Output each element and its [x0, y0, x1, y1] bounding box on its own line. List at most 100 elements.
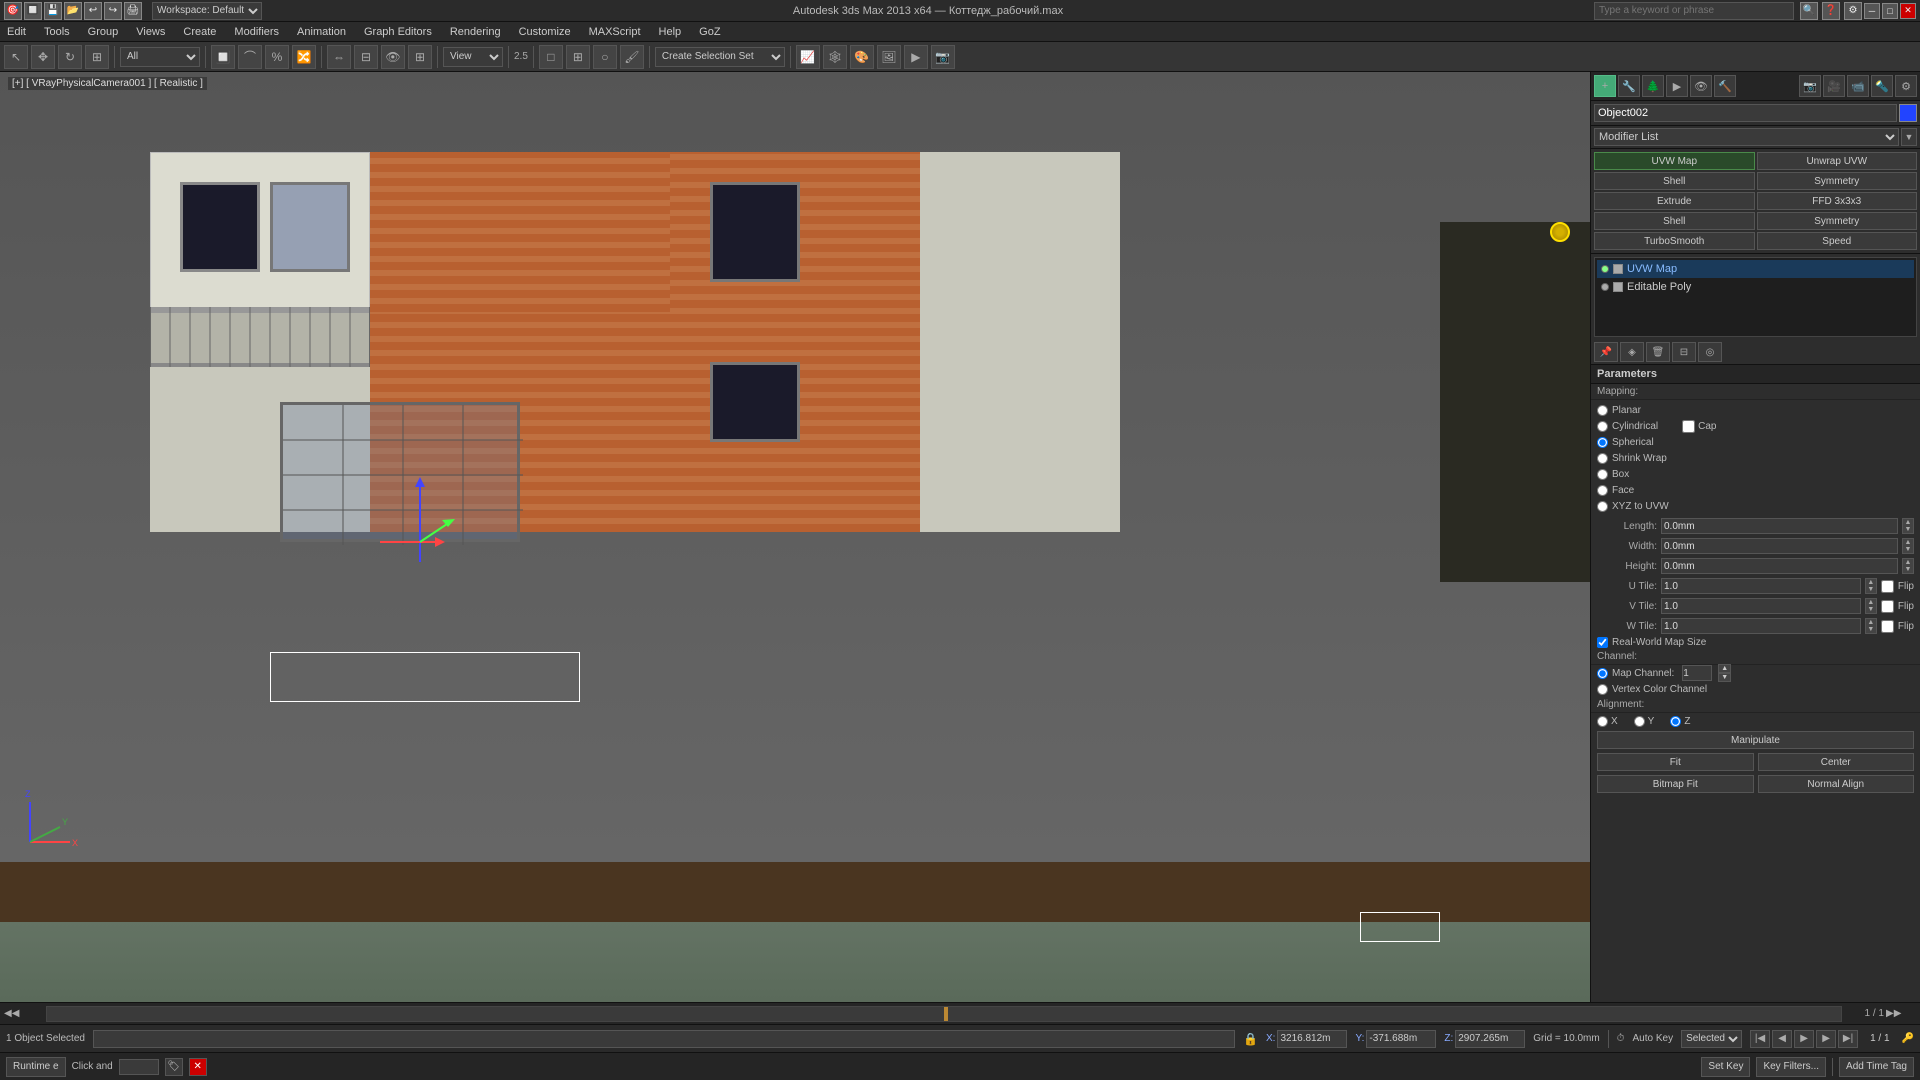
schematic[interactable]: 🕸	[823, 45, 847, 69]
menu-animation[interactable]: Animation	[294, 26, 349, 38]
close-mini-button[interactable]: ✕	[189, 1058, 207, 1076]
window-crossing[interactable]: ⊞	[566, 45, 590, 69]
modifier-list-arrow[interactable]: ▼	[1901, 128, 1917, 146]
y-value[interactable]	[1366, 1030, 1436, 1048]
key-mode-icon[interactable]: 🔑	[1902, 1033, 1914, 1044]
stack-make-unique[interactable]: ◈	[1620, 342, 1644, 362]
w-flip-checkbox[interactable]	[1881, 620, 1894, 633]
menu-views[interactable]: Views	[133, 26, 168, 38]
manipulate-button[interactable]: Manipulate	[1597, 731, 1914, 749]
modifier-list-select[interactable]: Modifier List	[1594, 128, 1899, 146]
create-tab[interactable]: +	[1594, 75, 1616, 97]
redo-icon[interactable]: ↪	[104, 2, 122, 20]
menu-tools[interactable]: Tools	[41, 26, 73, 38]
menu-edit[interactable]: Edit	[4, 26, 29, 38]
normal-align-button[interactable]: Normal Align	[1758, 775, 1915, 793]
radio-xyz[interactable]	[1597, 501, 1608, 512]
go-start-button[interactable]: |◀	[1750, 1030, 1770, 1048]
object-name-input[interactable]	[1594, 104, 1897, 122]
length-input[interactable]	[1661, 518, 1898, 534]
length-spinner[interactable]: ▲▼	[1902, 518, 1914, 534]
runtime-button[interactable]: Runtime e	[6, 1057, 66, 1077]
tag-icon[interactable]: 🏷	[165, 1058, 183, 1076]
lock-icon[interactable]: 🔒	[1243, 1032, 1258, 1046]
rotate-tool[interactable]: ↻	[58, 45, 82, 69]
stack-pin[interactable]: 📌	[1594, 342, 1618, 362]
v-tile-input[interactable]	[1661, 598, 1861, 614]
help-icon[interactable]: ❓	[1822, 2, 1840, 20]
maximize-button[interactable]: □	[1882, 3, 1898, 19]
soft-selection[interactable]: ○	[593, 45, 617, 69]
radio-map-channel[interactable]	[1597, 668, 1608, 679]
material-editor[interactable]: 🎨	[850, 45, 874, 69]
angle-snap[interactable]: ⌒	[238, 45, 262, 69]
settings-icon[interactable]: ⚙	[1844, 2, 1862, 20]
radio-planar[interactable]	[1597, 405, 1608, 416]
u-tile-spinner[interactable]: ▲▼	[1865, 578, 1877, 594]
align-tool[interactable]: ⊟	[354, 45, 378, 69]
camera-icon-1[interactable]: 📷	[1799, 75, 1821, 97]
create-select[interactable]: Create Selection Set	[655, 47, 785, 67]
radio-box[interactable]	[1597, 469, 1608, 480]
mod-shell-2[interactable]: Shell	[1594, 212, 1755, 230]
stack-editable-poly[interactable]: Editable Poly	[1597, 278, 1914, 296]
print-icon[interactable]: 🖨	[124, 2, 142, 20]
radio-align-z[interactable]	[1670, 716, 1681, 727]
select-tool[interactable]: ↖	[4, 45, 28, 69]
menu-rendering[interactable]: Rendering	[447, 26, 504, 38]
mod-shell-1[interactable]: Shell	[1594, 172, 1755, 190]
mod-uwv-map[interactable]: UVW Map	[1594, 152, 1755, 170]
next-frame-button[interactable]: ▶	[1816, 1030, 1836, 1048]
close-button[interactable]: ✕	[1900, 3, 1916, 19]
prev-frame-button[interactable]: ◀	[1772, 1030, 1792, 1048]
time-config-icon[interactable]: ⏱	[1617, 1033, 1625, 1044]
play-button[interactable]: ▶	[1794, 1030, 1814, 1048]
radio-face[interactable]	[1597, 485, 1608, 496]
mod-turbosmooth[interactable]: TurboSmooth	[1594, 232, 1755, 250]
render-frame[interactable]: 📷	[931, 45, 955, 69]
filter-select[interactable]: All	[120, 47, 200, 67]
hide-btn[interactable]: 👁	[381, 45, 405, 69]
open-icon[interactable]: 📂	[64, 2, 82, 20]
mod-speed[interactable]: Speed	[1757, 232, 1918, 250]
key-filters-button[interactable]: Key Filters...	[1756, 1057, 1826, 1077]
mod-ffd[interactable]: FFD 3x3x3	[1757, 192, 1918, 210]
menu-create[interactable]: Create	[180, 26, 219, 38]
scale-tool[interactable]: ⊞	[85, 45, 109, 69]
map-channel-up[interactable]: ▲	[1718, 664, 1731, 673]
stack-remove[interactable]: 🗑	[1646, 342, 1670, 362]
radio-spherical[interactable]	[1597, 437, 1608, 448]
motion-tab[interactable]: ▶	[1666, 75, 1688, 97]
bitmap-fit-button[interactable]: Bitmap Fit	[1597, 775, 1754, 793]
set-key-button[interactable]: Set Key	[1701, 1057, 1750, 1077]
selected-dropdown[interactable]: Selected	[1681, 1030, 1742, 1048]
quick-render[interactable]: ▶	[904, 45, 928, 69]
minimize-button[interactable]: ─	[1864, 3, 1880, 19]
spinner-snap[interactable]: 🔀	[292, 45, 316, 69]
radio-align-y[interactable]	[1634, 716, 1645, 727]
u-flip-checkbox[interactable]	[1881, 580, 1894, 593]
x-value[interactable]	[1277, 1030, 1347, 1048]
radio-align-x[interactable]	[1597, 716, 1608, 727]
camera-icon-4[interactable]: 🔦	[1871, 75, 1893, 97]
object-color-swatch[interactable]	[1899, 104, 1917, 122]
camera-icon-5[interactable]: ⚙	[1895, 75, 1917, 97]
menu-customize[interactable]: Customize	[516, 26, 574, 38]
display-tab[interactable]: 👁	[1690, 75, 1712, 97]
search-icon[interactable]: 🔍	[1800, 2, 1818, 20]
mod-symmetry-2[interactable]: Symmetry	[1757, 212, 1918, 230]
go-end-button[interactable]: ▶|	[1838, 1030, 1858, 1048]
center-button[interactable]: Center	[1758, 753, 1915, 771]
mod-symmetry-1[interactable]: Symmetry	[1757, 172, 1918, 190]
camera-icon-3[interactable]: 📹	[1847, 75, 1869, 97]
height-input[interactable]	[1661, 558, 1898, 574]
stack-collapse[interactable]: ⊟	[1672, 342, 1696, 362]
radio-shrink-wrap[interactable]	[1597, 453, 1608, 464]
radio-vertex-color[interactable]	[1597, 684, 1608, 695]
menu-graph-editors[interactable]: Graph Editors	[361, 26, 435, 38]
array-tool[interactable]: ⊞	[408, 45, 432, 69]
menu-help[interactable]: Help	[656, 26, 685, 38]
map-channel-value[interactable]	[1682, 665, 1712, 681]
menu-maxscript[interactable]: MAXScript	[586, 26, 644, 38]
view-select[interactable]: View	[443, 47, 503, 67]
